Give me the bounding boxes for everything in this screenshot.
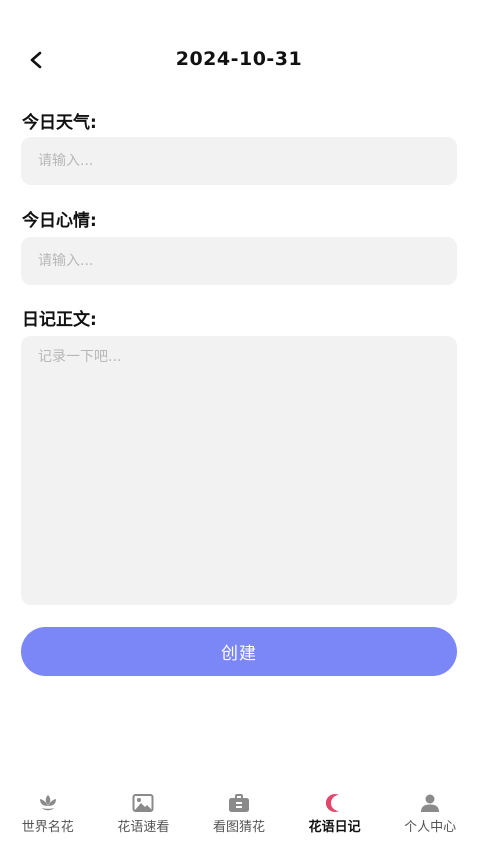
tab-guess-flower[interactable]: 看图猜花 [191, 790, 287, 850]
tab-label: 花语速看 [117, 820, 170, 835]
diary-body-textarea[interactable] [21, 336, 457, 605]
weather-input[interactable] [21, 137, 457, 185]
tab-label: 世界名花 [21, 820, 74, 835]
page-title: 2024-10-31 [175, 48, 303, 70]
person-icon [418, 792, 442, 814]
bottom-tab-bar: 世界名花 花语速看 看图猜花 花语日记 个人中心 [0, 790, 478, 850]
tab-flower-diary[interactable]: 花语日记 [287, 790, 383, 850]
flower-icon [36, 792, 60, 814]
weather-label: 今日天气: [22, 113, 97, 133]
header: 2024-10-31 [0, 42, 478, 78]
create-button[interactable]: 创建 [21, 627, 457, 676]
tab-label: 看图猜花 [212, 820, 265, 835]
diary-body-label: 日记正文: [22, 310, 97, 330]
tab-label: 个人中心 [404, 820, 457, 835]
image-icon [131, 792, 155, 814]
tab-label: 花语日记 [308, 820, 361, 835]
tab-flower-language[interactable]: 花语速看 [96, 790, 192, 850]
tab-profile[interactable]: 个人中心 [382, 790, 478, 850]
moon-icon [323, 792, 347, 814]
tab-world-flowers[interactable]: 世界名花 [0, 790, 96, 850]
mood-label: 今日心情: [22, 211, 97, 231]
briefcase-icon [227, 792, 251, 814]
mood-input[interactable] [21, 237, 457, 285]
